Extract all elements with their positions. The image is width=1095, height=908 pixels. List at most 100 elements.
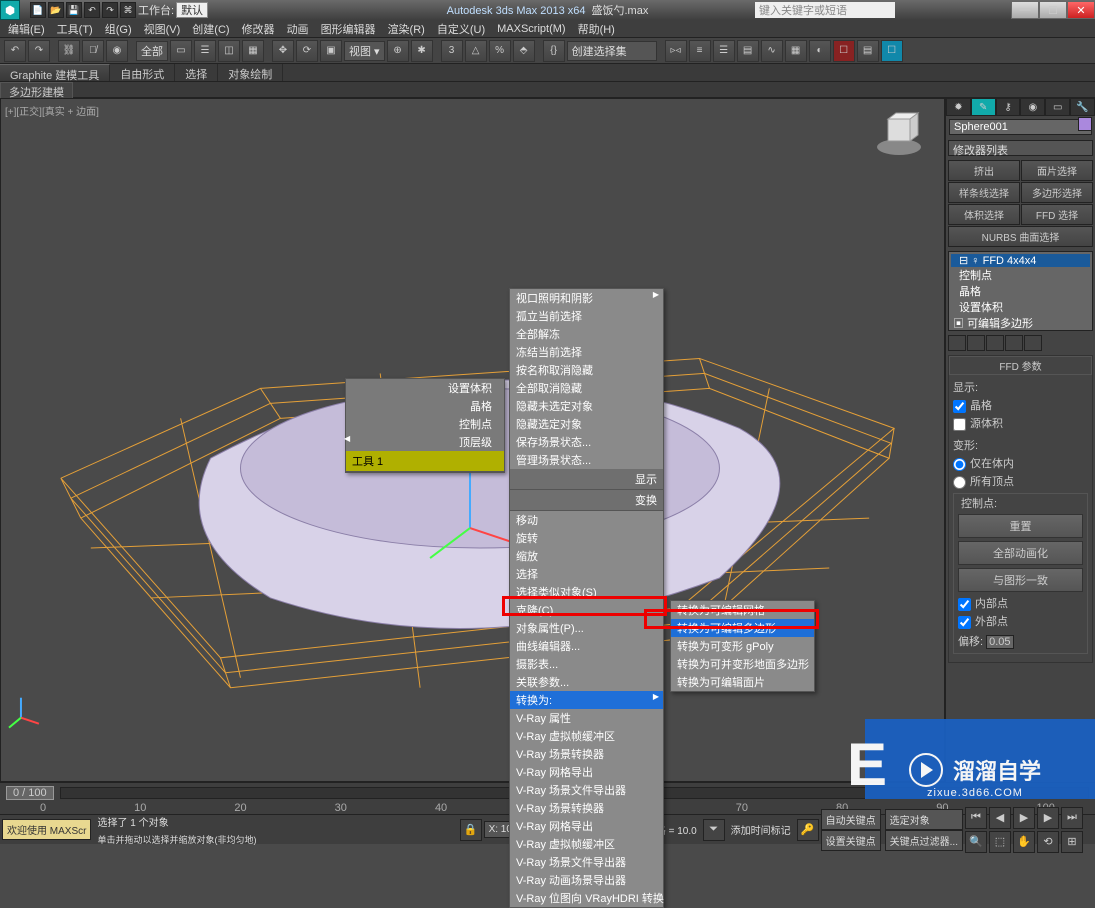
sub-emesh[interactable]: 转换为可编辑网格 [671,601,814,619]
play-next-icon[interactable]: ▶ [1037,807,1059,829]
ctx-freezesel[interactable]: 冻结当前选择 [510,343,663,361]
link-icon[interactable]: ⌘ [120,2,136,18]
ctx-savestate[interactable]: 保存场景状态... [510,433,663,451]
ribbon-button[interactable]: ▤ [737,40,759,62]
zoom-all-icon[interactable]: ⬚ [989,831,1011,853]
viewcube[interactable] [874,109,924,159]
pin-stack-icon[interactable] [948,335,966,351]
ctx-hideunsel[interactable]: 隐藏未选定对象 [510,397,663,415]
orbit-icon[interactable]: ⟲ [1037,831,1059,853]
ctx-selsim[interactable]: 选择类似对象(S) [510,583,663,601]
btn-volsel[interactable]: 体积选择 [948,204,1020,225]
ctx-scale[interactable]: 缩放 [510,547,663,565]
btn-ffdsel[interactable]: FFD 选择 [1021,204,1093,225]
ref-coord[interactable]: 视图 ▾ [344,41,385,61]
stack-ffd[interactable]: ⊟ ♀ FFD 4x4x4 [951,254,1090,267]
ctx-unhidebyname[interactable]: 按名称取消隐藏 [510,361,663,379]
ctx-rotate[interactable]: 旋转 [510,529,663,547]
named-sel-button[interactable]: {} [543,40,565,62]
rotate-button[interactable]: ⟳ [296,40,318,62]
tab-motion-icon[interactable]: ◉ [1020,98,1045,116]
material-button[interactable]: ◐ [809,40,831,62]
ctx-dopesheet[interactable]: 摄影表... [510,655,663,673]
app-logo[interactable]: ⬢ [0,0,20,20]
ctx-vrayvfb[interactable]: V-Ray 虚拟帧缓冲区 [510,727,663,745]
align-button[interactable]: ≡ [689,40,711,62]
render-button[interactable]: ☐ [881,40,903,62]
cb-lattice[interactable]: 晶格 [953,397,1088,413]
angle-snap-button[interactable]: △ [465,40,487,62]
spinner-snap-button[interactable]: ⬘ [513,40,535,62]
scale-button[interactable]: ▣ [320,40,342,62]
sub-gpoly2[interactable]: 转换为可并变形地面多边形 [671,655,814,673]
undo-button[interactable]: ↶ [4,40,26,62]
sub-gpoly[interactable]: 转换为可变形 gPoly [671,637,814,655]
ctx-convertto[interactable]: 转换为: [510,691,663,709]
menu-customize[interactable]: 自定义(U) [437,21,485,37]
ctx-vrayscene[interactable]: V-Ray 场景文件导出器 [510,781,663,799]
tab-graphite[interactable]: Graphite 建模工具 [0,64,110,81]
remove-mod-icon[interactable] [1005,335,1023,351]
ctx-vraymesh[interactable]: V-Ray 网格导出 [510,763,663,781]
ctx-select[interactable]: 选择 [510,565,663,583]
tab-paint[interactable]: 对象绘制 [218,64,283,81]
qm-cp[interactable]: 控制点 [346,415,504,433]
ctx-vrayscenef[interactable]: V-Ray 场景文件导出器 [510,853,663,871]
layers-button[interactable]: ☰ [713,40,735,62]
btn-anim[interactable]: 全部动画化 [958,541,1083,565]
object-color-swatch[interactable] [1078,117,1092,131]
key-icon[interactable]: 🔑 [797,819,819,841]
keyfilter-button[interactable]: 关键点过滤器... [885,830,963,851]
mirror-button[interactable]: ▹◃ [665,40,687,62]
ctx-unhideall[interactable]: 全部取消隐藏 [510,379,663,397]
offset-spinner[interactable]: 0.05 [986,635,1013,649]
percent-snap-button[interactable]: % [489,40,511,62]
show-end-icon[interactable] [967,335,985,351]
redo-button[interactable]: ↷ [28,40,50,62]
btn-extrude[interactable]: 挤出 [948,160,1020,181]
rb-inside[interactable]: 仅在体内 [953,455,1088,471]
stack-setvol[interactable]: 设置体积 [951,299,1090,315]
menu-rendering[interactable]: 渲染(R) [388,21,425,37]
stack-epoly[interactable]: ▣ 可编辑多边形 [951,315,1090,331]
maximize-button[interactable]: ☐ [1039,1,1067,19]
select-name-button[interactable]: ☰ [194,40,216,62]
zoom-icon[interactable]: 🔍 [965,831,987,853]
ctx-move[interactable]: 移动 [510,511,663,529]
menu-create[interactable]: 创建(C) [192,21,229,37]
qm-setvol[interactable]: 设置体积 [346,379,504,397]
ctx-clone[interactable]: 克隆(C) [510,601,663,619]
menu-views[interactable]: 视图(V) [144,21,181,37]
bind-button[interactable]: ◉ [106,40,128,62]
lock-icon[interactable]: 🔒 [460,819,482,841]
play-prev-icon[interactable]: ◀ [989,807,1011,829]
open-icon[interactable]: 📂 [48,2,64,18]
ctx-vraysconv2[interactable]: V-Ray 场景转换器 [510,799,663,817]
new-icon[interactable]: 📄 [30,2,46,18]
render-setup-button[interactable]: ☐ [833,40,855,62]
selection-set[interactable]: 创建选择集 [567,41,657,61]
menu-tools[interactable]: 工具(T) [57,21,93,37]
btn-splinesel[interactable]: 样条线选择 [948,182,1020,203]
object-name-field[interactable]: Sphere001 [949,119,1092,135]
ctx-vrayanim[interactable]: V-Ray 动画场景导出器 [510,871,663,889]
setkey-button[interactable]: 设置关键点 [821,830,881,851]
stack-cp[interactable]: 控制点 [951,267,1090,283]
config-icon[interactable] [1024,335,1042,351]
btn-nurbssel[interactable]: NURBS 曲面选择 [948,226,1093,247]
rendered-frame-button[interactable]: ▤ [857,40,879,62]
unlink-button[interactable]: ⛓̸ [82,40,104,62]
ctx-vplight[interactable]: 视口照明和阴影 [510,289,663,307]
btn-reset[interactable]: 重置 [958,514,1083,538]
ctx-props[interactable]: 对象属性(P)... [510,619,663,637]
ctx-vraymesh2[interactable]: V-Ray 网格导出 [510,817,663,835]
ctx-hidesel[interactable]: 隐藏选定对象 [510,415,663,433]
cb-outer[interactable]: 外部点 [958,613,1083,629]
tab-create-icon[interactable]: ✹ [946,98,971,116]
ctx-vrayhdri[interactable]: V-Ray 位图向 VRayHDRI 转换 [510,889,663,907]
link-button[interactable]: ⛓ [58,40,80,62]
selection-filter[interactable]: 全部 [136,41,168,61]
autokey-button[interactable]: 自动关键点 [821,809,881,830]
ctx-vrayvfb2[interactable]: V-Ray 虚拟帧缓冲区 [510,835,663,853]
menu-help[interactable]: 帮助(H) [578,21,615,37]
